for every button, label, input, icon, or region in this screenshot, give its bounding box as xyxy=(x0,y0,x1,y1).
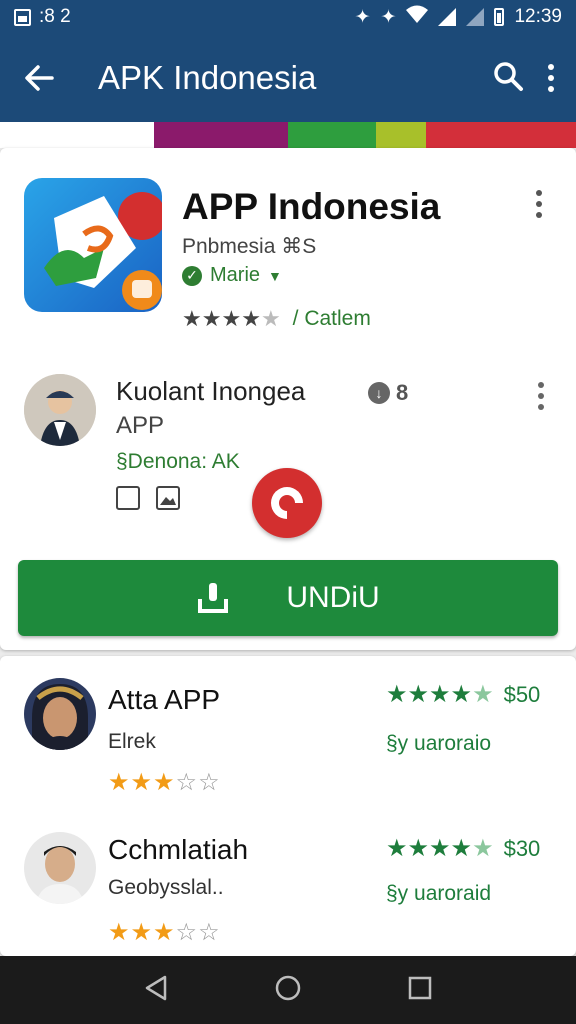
wifi-icon xyxy=(406,5,429,29)
review-menu-button[interactable] xyxy=(538,382,544,410)
refresh-icon xyxy=(271,487,305,521)
related-apps-card: Atta APP Elrek ★★★☆☆ ★★★★★ $50 §y uarora… xyxy=(0,656,576,956)
star-icon: ★ xyxy=(182,306,202,331)
app-icon[interactable] xyxy=(24,178,162,312)
banner-segment xyxy=(426,122,576,148)
chevron-down-icon[interactable]: ▼ xyxy=(268,268,282,284)
navigation-bar xyxy=(0,956,576,1024)
app-bar-title: APK Indonesia xyxy=(98,59,317,96)
developer-name[interactable]: Pnbmesia ⌘S xyxy=(182,234,316,259)
star-icon: ☆ xyxy=(198,919,221,946)
vibrate-icon: ✦ xyxy=(354,6,371,28)
nav-recents-icon xyxy=(409,976,432,999)
search-button[interactable] xyxy=(492,60,524,97)
rating-stars: ★★★★★ xyxy=(386,681,494,708)
app-category[interactable]: / Catlem xyxy=(293,307,371,331)
list-item-subtitle: Geobysslal.. xyxy=(108,876,224,899)
list-item-price: $30 xyxy=(503,835,541,861)
nav-back-button[interactable] xyxy=(143,974,169,1007)
gallery-notification-icon xyxy=(14,8,31,26)
list-item-price: $50 xyxy=(503,681,541,707)
download-phone-icon xyxy=(198,583,229,613)
back-button[interactable] xyxy=(0,34,78,122)
app-menu-button[interactable] xyxy=(536,190,542,218)
star-icon: ☆ xyxy=(198,769,221,796)
document-icon[interactable] xyxy=(116,486,140,510)
avatar[interactable] xyxy=(24,832,96,904)
list-item-rating: ★★★★★ $30 xyxy=(386,834,540,863)
banner-segment xyxy=(376,122,426,148)
avatar[interactable] xyxy=(24,374,96,446)
status-time-left: :8 2 xyxy=(39,6,71,27)
back-arrow-icon xyxy=(25,65,54,91)
list-item-type: §y uaroraid xyxy=(386,882,492,905)
verified-check-icon: ✓ xyxy=(182,265,202,286)
download-icon: ↓ xyxy=(368,382,390,404)
install-button[interactable]: UNDiU xyxy=(18,560,558,636)
list-item-name[interactable]: Atta APP xyxy=(108,684,220,716)
star-icon: ★ xyxy=(153,769,176,796)
nav-home-icon xyxy=(275,975,301,1000)
image-icon[interactable] xyxy=(156,486,180,510)
nav-home-button[interactable] xyxy=(274,974,302,1007)
star-icon: ★ xyxy=(201,306,222,331)
header-banner xyxy=(0,122,576,148)
banner-segment xyxy=(288,122,376,148)
list-item-type: §y uaroraio xyxy=(386,732,492,755)
nav-back-icon xyxy=(145,975,166,1000)
install-button-label: UNDiU xyxy=(286,581,380,614)
signal-icon-2 xyxy=(466,8,485,26)
verified-badge: ✓ Marie ▼ xyxy=(182,264,282,287)
reviewer-subtitle: APP xyxy=(116,412,165,439)
list-item-stars: ★★★☆☆ xyxy=(108,768,221,797)
star-icon: ★ xyxy=(130,769,154,796)
star-icon: ★ xyxy=(108,769,131,796)
battery-icon xyxy=(494,8,505,26)
nav-recents-button[interactable] xyxy=(407,975,433,1006)
rating-stars: ★★★★★ xyxy=(182,306,281,332)
star-icon: ★ xyxy=(260,306,281,331)
app-bar: APK Indonesia xyxy=(0,34,576,122)
refresh-button[interactable] xyxy=(252,468,322,538)
avatar[interactable] xyxy=(24,678,96,750)
signal-icon xyxy=(438,8,457,26)
download-count-value: 8 xyxy=(396,380,409,405)
verified-label: Marie xyxy=(210,264,261,286)
search-icon xyxy=(494,61,523,91)
list-item-subtitle: Elrek xyxy=(108,730,156,753)
banner-segment xyxy=(0,122,154,148)
list-item-stars: ★★★☆☆ xyxy=(108,918,221,947)
list-item-name[interactable]: Cchmlatiah xyxy=(108,834,248,866)
star-icon: ★ xyxy=(108,919,131,946)
star-icon: ☆ xyxy=(175,769,199,796)
overflow-menu-button[interactable] xyxy=(548,64,554,92)
star-icon: ★ xyxy=(221,306,242,331)
app-rating: ★★★★★ / Catlem xyxy=(182,306,371,332)
list-item-rating: ★★★★★ $50 xyxy=(386,680,540,709)
star-icon: ★ xyxy=(241,306,261,331)
reviewer-name: Kuolant Inongea xyxy=(116,376,306,406)
nfc-icon: ✦ xyxy=(380,6,397,28)
download-count: ↓ 8 xyxy=(368,380,408,406)
rating-stars: ★★★★★ xyxy=(386,835,494,862)
star-icon: ☆ xyxy=(175,919,199,946)
attachment-icons xyxy=(116,486,180,510)
banner-segment xyxy=(154,122,288,148)
app-detail-card: APP Indonesia Pnbmesia ⌘S ✓ Marie ▼ ★★★★… xyxy=(0,148,576,650)
reviewer-meta: §Denona: AK xyxy=(116,450,240,473)
status-time: 12:39 xyxy=(514,6,562,27)
star-icon: ★ xyxy=(153,919,176,946)
star-icon: ★ xyxy=(130,919,154,946)
app-title: APP Indonesia xyxy=(182,186,441,227)
status-bar: :8 2 ✦ ✦ 12:39 xyxy=(0,0,576,34)
